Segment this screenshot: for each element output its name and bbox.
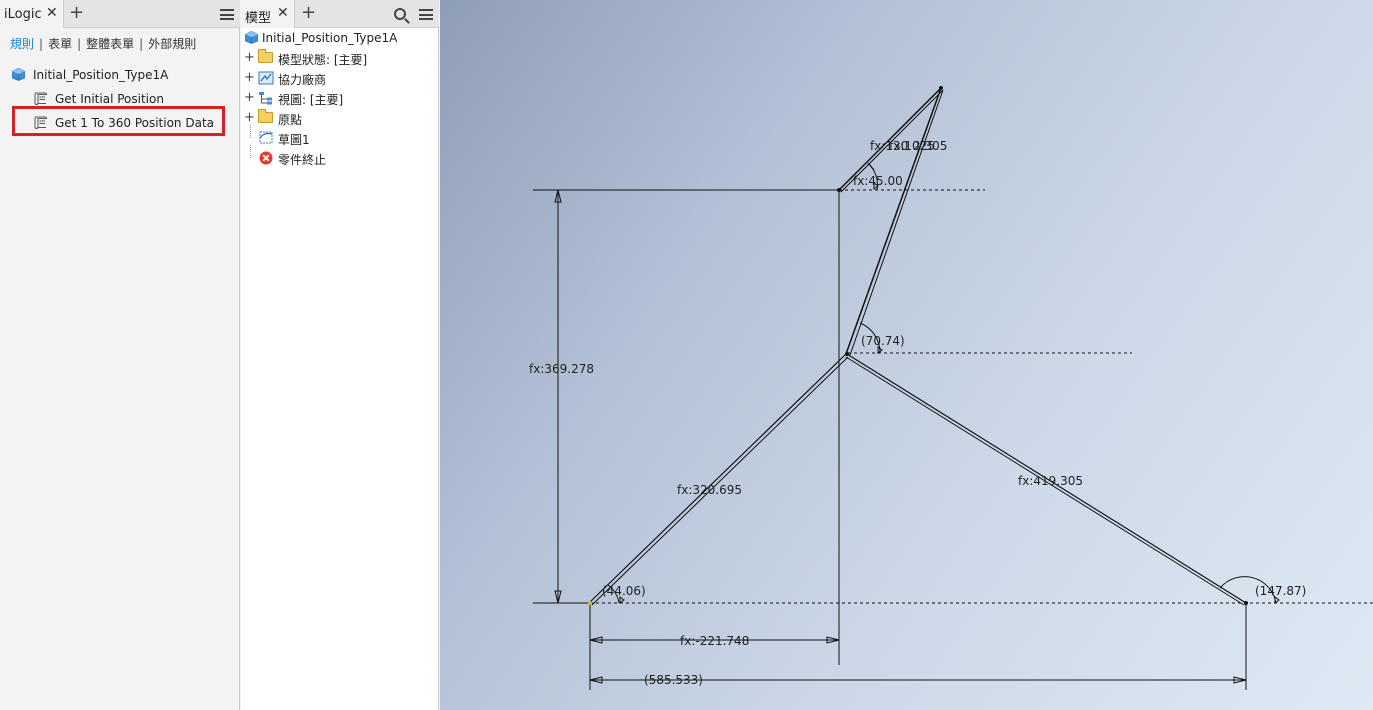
tree-connector [250,145,251,158]
subtab-forms[interactable]: 表單 [48,37,72,51]
close-icon[interactable]: ✕ [277,6,289,20]
ilogic-panel: iLogic ✕ + 規則 | 表單 | 整體表單 | 外部規則 Initial_Posit… [0,0,240,710]
tree-item-origin[interactable]: + 原點 [241,109,436,127]
model-tabbar: 模型 ✕ + [241,0,439,28]
tree-item-views[interactable]: + 視圖: [主要] [241,89,436,107]
ilogic-subtabs: 規則 | 表單 | 整體表單 | 外部規則 [10,35,196,52]
add-tab-icon[interactable]: + [69,4,84,22]
sketch-canvas[interactable]: fx:130 fx:1025 2.305 fx:45.00 (70.74) fx… [440,0,1373,710]
expand-icon[interactable]: + [244,71,255,84]
dim-top-overlap-tail[interactable]: 2.305 [913,139,947,153]
close-icon[interactable]: ✕ [46,6,58,20]
tab-model-label: 模型 [245,11,272,26]
dim-total-width[interactable]: (585.533) [644,673,703,687]
ilogic-root-label: Initial_Position_Type1A [33,68,169,82]
subtab-separator: | [139,37,144,51]
folder-icon [258,109,273,123]
menu-icon[interactable] [419,9,433,20]
expand-icon[interactable]: + [244,111,255,124]
tree-item-label: 視圖: [主要] [278,93,344,107]
sketch-drawing[interactable]: fx:130 fx:1025 2.305 fx:45.00 (70.74) fx… [440,0,1373,710]
model-root-label: Initial_Position_Type1A [262,31,398,45]
rule-script-icon [34,92,48,105]
subtab-separator: | [77,37,82,51]
dim-height[interactable]: fx:369.278 [529,362,594,376]
selection-highlight-box [12,106,225,136]
tree-item-label: 協力廠商 [278,73,327,87]
third-party-icon [258,71,274,85]
ilogic-tree-root[interactable]: Initial_Position_Type1A [12,66,212,84]
sketch-icon [259,131,273,144]
dim-angle-top[interactable]: fx:45.00 [853,174,903,188]
dim-angle-right[interactable]: (147.87) [1255,584,1306,598]
expand-icon[interactable]: + [244,51,255,64]
ilogic-tabbar: iLogic ✕ + [0,0,240,28]
add-tab-icon[interactable]: + [301,4,316,22]
expand-icon[interactable]: + [244,91,255,104]
sketch-point[interactable] [1244,601,1248,605]
left-link-line[interactable] [588,353,847,604]
search-icon[interactable] [394,8,406,20]
sketch-point[interactable] [845,352,849,356]
tree-item-model-states[interactable]: + 模型狀態: [主要] [241,49,436,67]
dim-angle-left[interactable]: (44.06) [602,584,646,598]
dim-left-link[interactable]: fx:320.695 [677,483,742,497]
part-icon [245,31,258,44]
upper-link-line[interactable] [845,87,942,355]
tab-ilogic[interactable]: iLogic ✕ [0,0,64,28]
dim-right-link[interactable]: fx:419.305 [1018,474,1083,488]
tree-item-label: 原點 [278,113,303,127]
tree-item-third-party[interactable]: + 協力廠商 [241,69,436,87]
upper-link-line-inner [849,89,944,356]
sketch-point[interactable] [939,86,943,90]
end-of-part-icon [259,151,273,165]
part-icon [12,68,25,81]
tree-item-label: 草圖1 [278,133,310,147]
subtab-global-forms[interactable]: 整體表單 [86,37,134,51]
tree-item-label: 零件終止 [278,153,327,167]
sketch-point[interactable] [588,601,592,605]
subtab-external-rules[interactable]: 外部規則 [148,37,196,51]
subtab-rules[interactable]: 規則 [10,37,34,51]
model-browser-panel: 模型 ✕ + Initial_Position_Type1A + 模型狀態: [… [241,0,439,710]
subtab-separator: | [39,37,44,51]
tree-item-label: 模型狀態: [主要] [278,53,368,67]
menu-icon[interactable] [220,9,234,20]
angle-marker-top [867,162,875,171]
tree-item-sketch1[interactable]: 草圖1 [241,125,436,147]
tab-model[interactable]: 模型 ✕ [241,0,295,28]
tree-connector [250,125,251,138]
dim-horizontal-offset[interactable]: fx:-221.748 [680,634,749,648]
dim-angle-mid[interactable]: (70.74) [861,334,905,348]
model-tree-root[interactable]: Initial_Position_Type1A [245,29,435,47]
folder-icon [258,49,273,63]
rule-label: Get Initial Position [55,92,164,106]
sketch-point[interactable] [837,188,841,192]
tree-item-end-of-part[interactable]: 零件終止 [241,145,436,167]
tab-ilogic-label: iLogic [4,7,42,22]
view-icon [259,92,272,105]
left-link-line-inner [591,356,849,606]
